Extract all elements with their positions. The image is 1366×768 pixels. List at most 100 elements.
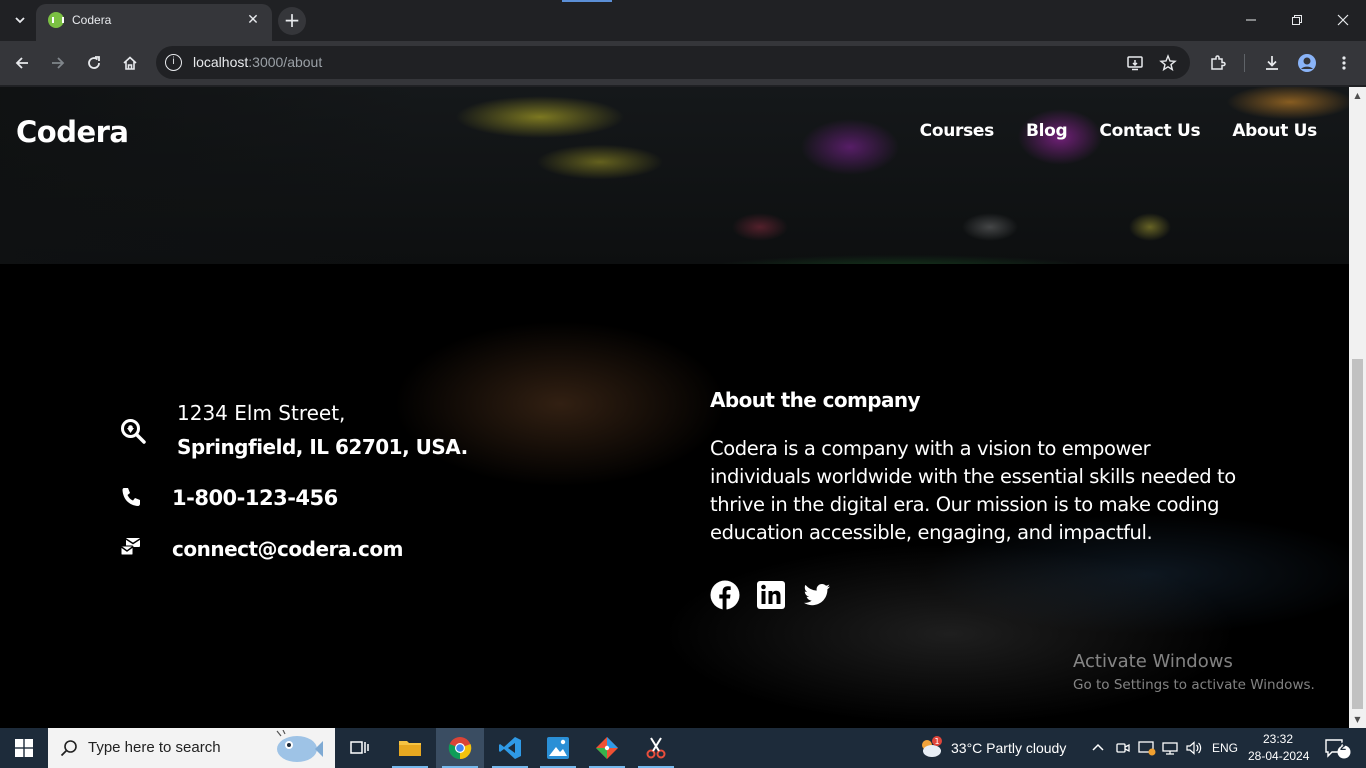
- new-tab-button[interactable]: +: [278, 7, 306, 35]
- home-icon: [123, 56, 137, 70]
- task-view-icon: [350, 741, 369, 754]
- email-address[interactable]: connect@codera.com: [172, 537, 403, 561]
- menu-button[interactable]: [1331, 50, 1357, 76]
- url-text[interactable]: localhost:3000/about: [193, 54, 322, 70]
- top-indicator: [562, 0, 612, 2]
- close-window-button[interactable]: [1331, 8, 1355, 32]
- profile-button[interactable]: [1294, 50, 1320, 76]
- back-button[interactable]: [9, 50, 35, 76]
- main-nav: Courses Blog Contact Us About Us: [920, 121, 1318, 141]
- phone-icon: [122, 488, 140, 506]
- tab-search-button[interactable]: [8, 8, 32, 32]
- site-info-icon[interactable]: i: [165, 54, 182, 71]
- about-description: Codera is a company with a vision to emp…: [710, 437, 1236, 544]
- meet-now-icon[interactable]: [1113, 738, 1133, 758]
- avatar-icon: [1298, 54, 1316, 72]
- vscode-icon: [499, 737, 521, 759]
- address-line-1: 1234 Elm Street,: [177, 401, 346, 425]
- restore-icon: [1292, 15, 1302, 25]
- wifi-network-icon[interactable]: [1160, 738, 1180, 758]
- page-scrollbar[interactable]: ▲ ▼: [1349, 87, 1366, 728]
- reload-button[interactable]: [81, 50, 107, 76]
- git-app[interactable]: [583, 728, 631, 768]
- chevron-down-icon: [15, 17, 25, 24]
- extensions-button[interactable]: [1205, 50, 1231, 76]
- snipping-tool-app[interactable]: [632, 728, 680, 768]
- tab-title: Codera: [72, 13, 112, 27]
- activate-windows-title: Activate Windows: [1073, 651, 1233, 672]
- clock-date[interactable]: 28-04-2024: [1248, 749, 1309, 763]
- minimize-button[interactable]: [1239, 8, 1263, 32]
- reload-icon: [88, 56, 100, 69]
- git-icon: [596, 737, 618, 759]
- scroll-thumb[interactable]: [1352, 359, 1363, 709]
- nav-blog[interactable]: Blog: [1026, 121, 1068, 141]
- install-app-icon[interactable]: [1124, 52, 1146, 74]
- phone-number[interactable]: 1-800-123-456: [172, 486, 338, 510]
- chrome-icon: [448, 737, 472, 760]
- close-icon: [1337, 14, 1349, 26]
- scroll-up-arrow-icon[interactable]: ▲: [1349, 87, 1366, 104]
- download-icon: [1266, 56, 1278, 70]
- photos-app[interactable]: [534, 728, 582, 768]
- windows-taskbar: Type here to search 1 33°C Partly cloudy…: [0, 728, 1366, 768]
- tray-chevron-up-icon[interactable]: [1088, 738, 1108, 758]
- url-host: localhost: [193, 54, 249, 70]
- home-button[interactable]: [117, 50, 143, 76]
- address-bar[interactable]: i localhost:3000/about: [156, 46, 1190, 79]
- network-warning-icon[interactable]: [1137, 738, 1157, 758]
- volume-icon[interactable]: [1184, 738, 1204, 758]
- puzzle-icon: [1211, 55, 1226, 70]
- vscode-app[interactable]: [486, 728, 534, 768]
- search-icon: [60, 740, 77, 757]
- weather-text[interactable]: 33°C Partly cloudy: [951, 740, 1066, 756]
- activate-windows-subtitle: Go to Settings to activate Windows.: [1073, 677, 1315, 693]
- site-logo[interactable]: Codera: [16, 115, 129, 149]
- start-button[interactable]: [0, 728, 48, 768]
- arrow-right-icon: [52, 57, 65, 69]
- about-title: About the company: [710, 388, 921, 412]
- linkedin-icon[interactable]: [756, 580, 786, 610]
- task-view-button[interactable]: [336, 728, 384, 768]
- arrow-left-icon: [15, 57, 28, 69]
- browser-tab-strip: Codera ✕ +: [0, 0, 1366, 41]
- social-links: [710, 580, 832, 610]
- url-path: :3000/about: [248, 54, 323, 70]
- search-placeholder: Type here to search: [88, 739, 221, 756]
- search-highlight-fish-icon: [276, 730, 323, 762]
- browser-tab[interactable]: Codera ✕: [36, 4, 272, 41]
- language-indicator[interactable]: ENG: [1212, 741, 1238, 755]
- browser-toolbar: i localhost:3000/about: [0, 41, 1366, 86]
- nav-contact-us[interactable]: Contact Us: [1099, 121, 1200, 141]
- notification-count: 2: [1340, 741, 1347, 753]
- folder-icon: [399, 741, 421, 756]
- weather-cloud-icon[interactable]: 1: [918, 736, 944, 760]
- taskbar-search-box[interactable]: Type here to search: [48, 728, 335, 768]
- hero-shade: [0, 87, 420, 264]
- kebab-menu-icon: [1342, 56, 1346, 70]
- search-location-icon: [121, 419, 146, 444]
- scroll-down-arrow-icon[interactable]: ▼: [1349, 711, 1366, 728]
- weather-alert-badge: 1: [934, 737, 939, 746]
- bookmark-star-icon[interactable]: [1157, 52, 1179, 74]
- scissors-icon: [646, 737, 666, 759]
- tab-close-icon[interactable]: ✕: [244, 11, 262, 29]
- notification-center-icon[interactable]: [1324, 738, 1352, 759]
- nav-about-us[interactable]: About Us: [1232, 121, 1317, 141]
- windows-logo-icon: [15, 739, 33, 757]
- toolbar-divider: [1244, 54, 1245, 72]
- restore-button[interactable]: [1285, 8, 1309, 32]
- forward-button[interactable]: [45, 50, 71, 76]
- nav-courses[interactable]: Courses: [920, 121, 995, 141]
- facebook-icon[interactable]: [710, 580, 740, 610]
- chrome-app[interactable]: [436, 728, 484, 768]
- twitter-icon[interactable]: [802, 580, 832, 610]
- file-explorer-app[interactable]: [386, 728, 434, 768]
- photos-icon: [547, 737, 569, 759]
- minimize-icon: [1246, 19, 1256, 21]
- downloads-button[interactable]: [1259, 50, 1285, 76]
- clock-time[interactable]: 23:32: [1263, 732, 1293, 746]
- header-hero-background: Codera Courses Blog Contact Us About Us: [0, 87, 1349, 264]
- codera-favicon-icon: [48, 12, 64, 28]
- page-viewport: Codera Courses Blog Contact Us About Us …: [0, 87, 1349, 728]
